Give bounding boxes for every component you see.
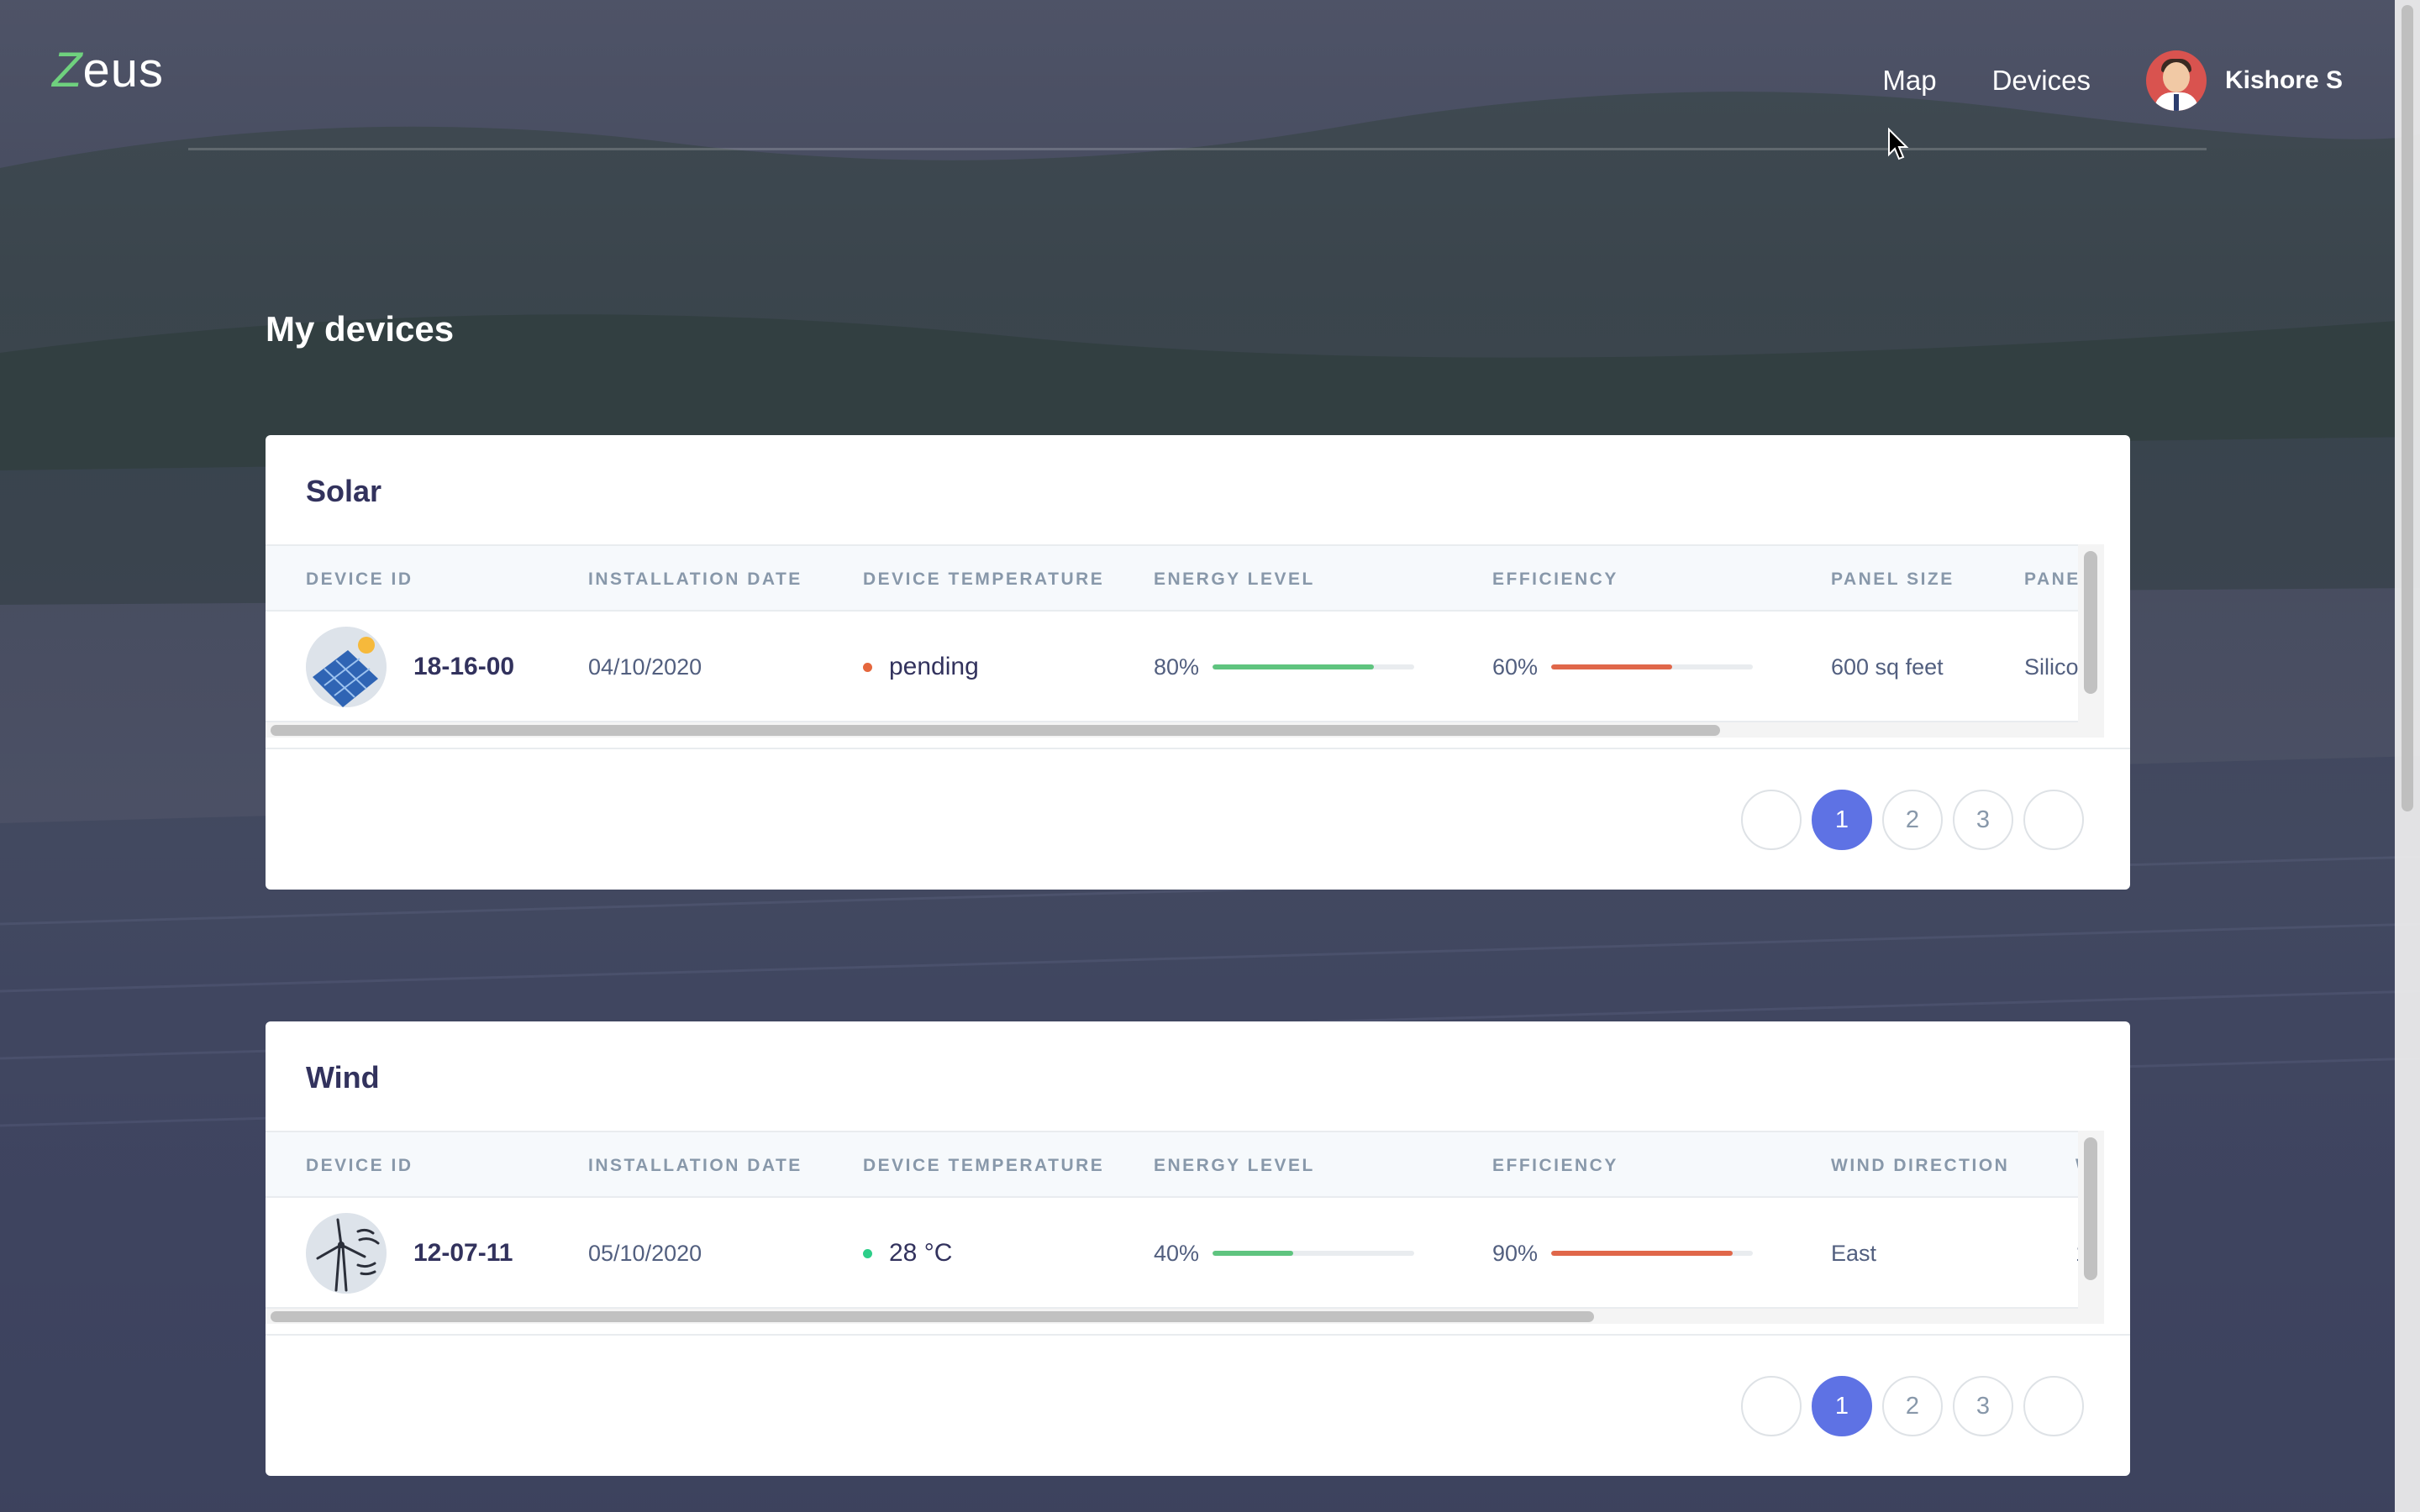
pagination-page-2[interactable]: 2	[1882, 1376, 1943, 1436]
brand-logo-z: Z	[52, 43, 83, 97]
page-vertical-scrollbar[interactable]	[2395, 0, 2420, 1512]
wind-turbine-icon	[306, 1213, 387, 1294]
solar-panel-icon	[306, 627, 387, 707]
pagination-page-2[interactable]: 2	[1882, 790, 1943, 850]
card-footer-divider	[266, 1334, 2130, 1336]
device-id-cell: 18-16-00	[306, 612, 514, 722]
table-header: DEVICE ID INSTALLATION DATE DEVICE TEMPE…	[266, 1131, 2104, 1198]
user-menu[interactable]: Kishore S	[2145, 50, 2343, 111]
pagination-page-1[interactable]: 1	[1812, 790, 1872, 850]
brand-logo[interactable]: Zeus	[52, 42, 164, 98]
energy-level-cell: 80%	[1154, 612, 1415, 722]
table-vertical-scrollbar[interactable]	[2078, 544, 2104, 722]
card-title-solar: Solar	[306, 474, 382, 508]
pagination-next-button[interactable]	[2023, 1376, 2084, 1436]
efficiency-value: 90%	[1492, 1240, 1539, 1266]
column-header-device-id[interactable]: DEVICE ID	[306, 570, 413, 590]
table-horizontal-scrollbar[interactable]	[266, 1309, 2104, 1324]
column-header-energy-level[interactable]: ENERGY LEVEL	[1154, 1156, 1315, 1176]
column-header-installation-date[interactable]: INSTALLATION DATE	[588, 570, 802, 590]
solar-devices-card: Solar DEVICE ID INSTALLATION DATE DEVICE…	[266, 435, 2130, 890]
efficiency-progress	[1551, 664, 1754, 669]
energy-level-value: 80%	[1154, 654, 1200, 680]
nav-link-devices[interactable]: Devices	[1992, 65, 2091, 97]
column-header-device-temperature[interactable]: DEVICE TEMPERATURE	[863, 1156, 1104, 1176]
installation-date-cell: 05/10/2020	[588, 1240, 702, 1266]
column-header-efficiency[interactable]: EFFICIENCY	[1492, 570, 1618, 590]
pagination: 1 2 3	[1731, 1376, 2084, 1436]
brand-logo-text: eus	[82, 43, 164, 97]
efficiency-progress	[1551, 1251, 1754, 1256]
pagination: 1 2 3	[1731, 790, 2084, 850]
wind-devices-table: DEVICE ID INSTALLATION DATE DEVICE TEMPE…	[266, 1131, 2104, 1324]
column-header-panel-size[interactable]: PANEL SIZE	[1831, 570, 1954, 590]
nav-link-map[interactable]: Map	[1882, 65, 1936, 97]
pagination-page-3[interactable]: 3	[1953, 1376, 2013, 1436]
temperature-value: pending	[889, 653, 979, 680]
efficiency-value: 60%	[1492, 654, 1539, 680]
temperature-cell: 28 °C	[863, 1198, 952, 1309]
table-vertical-scrollbar[interactable]	[2078, 1131, 2104, 1309]
efficiency-cell: 90%	[1492, 1198, 1754, 1309]
column-header-wind-direction[interactable]: WIND DIRECTION	[1831, 1156, 2009, 1176]
pagination-prev-button[interactable]	[1741, 790, 1802, 850]
top-nav: Map Devices Kishore S	[1882, 50, 2343, 111]
table-header: DEVICE ID INSTALLATION DATE DEVICE TEMPE…	[266, 544, 2104, 612]
table-row[interactable]: 12-07-11 05/10/2020 28 °C 40% 90% East 1…	[266, 1198, 2104, 1309]
energy-level-fill	[1213, 664, 1375, 669]
avatar	[2145, 50, 2207, 111]
energy-level-value: 40%	[1154, 1240, 1200, 1266]
efficiency-fill	[1551, 1251, 1733, 1256]
device-id-cell: 12-07-11	[306, 1198, 513, 1309]
status-dot-icon	[863, 1248, 872, 1258]
column-header-device-temperature[interactable]: DEVICE TEMPERATURE	[863, 570, 1104, 590]
panel-size-cell: 600 sq feet	[1831, 654, 1944, 680]
pagination-page-1[interactable]: 1	[1812, 1376, 1872, 1436]
installation-date-cell: 04/10/2020	[588, 654, 702, 680]
temperature-value: 28 °C	[889, 1239, 953, 1267]
table-row[interactable]: 18-16-00 04/10/2020 pending 80% 60% 600 …	[266, 612, 2104, 722]
solar-devices-table: DEVICE ID INSTALLATION DATE DEVICE TEMPE…	[266, 544, 2104, 738]
page-title: My devices	[266, 309, 455, 349]
column-header-device-id[interactable]: DEVICE ID	[306, 1156, 413, 1176]
column-header-efficiency[interactable]: EFFICIENCY	[1492, 1156, 1618, 1176]
table-horizontal-scrollbar[interactable]	[266, 722, 2104, 738]
temperature-cell: pending	[863, 612, 979, 722]
card-title-wind: Wind	[306, 1060, 380, 1095]
column-header-energy-level[interactable]: ENERGY LEVEL	[1154, 570, 1315, 590]
efficiency-cell: 60%	[1492, 612, 1754, 722]
mouse-cursor-icon	[1888, 128, 1909, 160]
wind-direction-cell: East	[1831, 1240, 1877, 1266]
pagination-page-3[interactable]: 3	[1953, 790, 2013, 850]
device-id: 12-07-11	[413, 1239, 513, 1267]
energy-level-cell: 40%	[1154, 1198, 1415, 1309]
wind-devices-card: Wind DEVICE ID INSTALLATION DATE DEVICE …	[266, 1021, 2130, 1476]
card-footer-divider	[266, 748, 2130, 749]
pagination-next-button[interactable]	[2023, 790, 2084, 850]
device-id: 18-16-00	[413, 653, 515, 680]
efficiency-fill	[1551, 664, 1673, 669]
energy-level-fill	[1213, 1251, 1294, 1256]
status-dot-icon	[863, 662, 872, 672]
energy-level-progress	[1213, 664, 1415, 669]
energy-level-progress	[1213, 1251, 1415, 1256]
pagination-prev-button[interactable]	[1741, 1376, 1802, 1436]
column-header-installation-date[interactable]: INSTALLATION DATE	[588, 1156, 802, 1176]
user-name: Kishore S	[2224, 66, 2343, 94]
